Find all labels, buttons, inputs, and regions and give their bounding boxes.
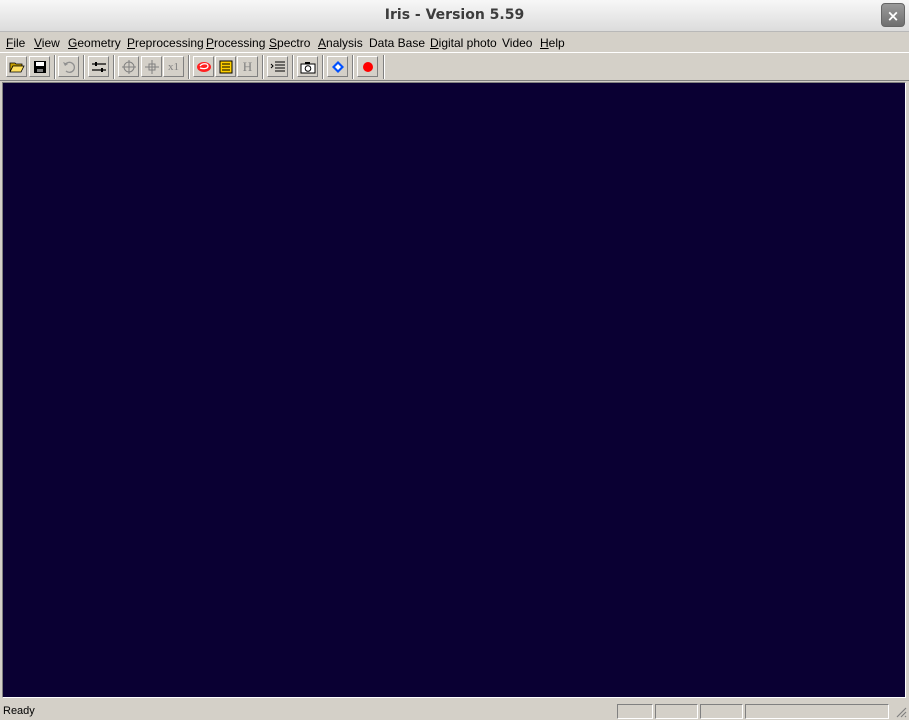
record-button[interactable] [357,56,378,77]
title-bar[interactable]: Iris - Version 5.59 × [0,0,909,32]
red-record-icon [362,61,373,72]
open-folder-icon [8,62,25,72]
command-list-button[interactable] [267,56,288,77]
toolbar-separator [54,55,56,79]
toolbar: x1 H [0,52,909,81]
menu-digital-photo[interactable]: Digital photo [430,36,497,50]
menu-file[interactable]: File [6,36,25,50]
menu-processing[interactable]: Processing [206,36,265,50]
undo-button[interactable] [58,56,79,77]
settings-sliders-icon [91,61,106,72]
status-pane-4 [745,704,889,719]
toolbar-separator [322,55,324,79]
menu-analysis[interactable]: Analysis [318,36,363,50]
toolbar-separator [188,55,190,79]
menu-bar: File View Geometry Preprocessing Process… [0,33,909,52]
window-title: Iris - Version 5.59 [384,7,525,23]
crosshair-button[interactable] [118,56,139,77]
toolbar-separator [83,55,85,79]
menu-help[interactable]: Help [540,36,565,50]
save-disk-icon [33,60,46,73]
iris-window: Iris - Version 5.59 × File View Geometry… [0,0,909,720]
save-button[interactable] [29,56,50,77]
red-spiral-icon [196,61,211,72]
camera-button[interactable] [297,56,318,77]
toolbar-separator [262,55,264,79]
camera-icon [300,61,315,73]
resize-grip-icon[interactable] [895,706,907,718]
list-button[interactable] [215,56,236,77]
status-pane-2 [655,704,698,719]
menu-video[interactable]: Video [502,36,532,50]
yellow-list-icon [219,60,232,73]
undo-icon [62,61,75,73]
open-button[interactable] [6,56,27,77]
status-text: Ready [3,705,35,717]
diamond-button[interactable] [327,56,348,77]
toolbar-separator [292,55,294,79]
zoom-x1-icon: x1 [168,60,179,73]
menu-data-base[interactable]: Data Base [369,36,425,50]
move-crosshair-icon [144,59,159,74]
toolbar-separator [113,55,115,79]
status-bar: Ready [0,702,909,720]
close-button[interactable]: × [881,3,905,27]
settings-button[interactable] [88,56,109,77]
menu-view[interactable]: View [34,36,60,50]
move-crosshair-button[interactable] [141,56,162,77]
spiral-button[interactable] [193,56,214,77]
zoom-x1-button[interactable]: x1 [163,56,184,77]
blue-diamond-icon [331,60,344,73]
command-list-icon [270,61,285,71]
toolbar-separator [352,55,354,79]
h-button[interactable]: H [237,56,258,77]
image-display-area[interactable] [2,82,906,698]
menu-geometry[interactable]: Geometry [68,36,121,50]
h-icon: H [242,58,253,74]
crosshair-icon [121,59,136,74]
close-icon: × [886,7,900,25]
status-pane-1 [617,704,653,719]
status-pane-3 [700,704,743,719]
menu-preprocessing[interactable]: Preprocessing [127,36,204,50]
menu-spectro[interactable]: Spectro [269,36,310,50]
toolbar-separator [383,55,385,79]
